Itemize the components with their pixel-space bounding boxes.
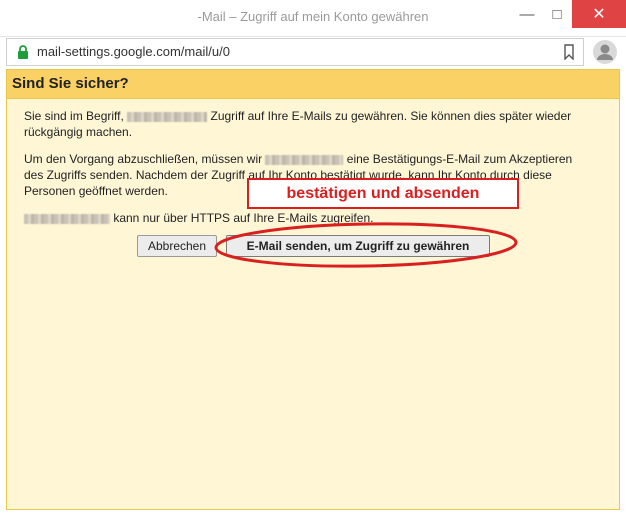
redacted-address xyxy=(24,213,110,224)
redacted-address xyxy=(127,111,208,122)
maximize-button[interactable]: □ xyxy=(542,0,572,28)
profile-icon[interactable] xyxy=(592,39,618,65)
send-email-button[interactable]: E-Mail senden, um Zugriff zu gewähren xyxy=(226,235,490,257)
url-text[interactable]: mail-settings.google.com/mail/u/0 xyxy=(37,44,230,59)
close-button[interactable]: ✕ xyxy=(572,0,626,28)
redacted-address xyxy=(265,154,344,165)
dialog-header: Sind Sie sicher? xyxy=(7,70,619,99)
confirm-dialog: Sind Sie sicher? Sie sind im Begriff, Zu… xyxy=(6,69,620,510)
address-bar[interactable]: mail-settings.google.com/mail/u/0 xyxy=(6,38,584,66)
minimize-button[interactable]: — xyxy=(512,0,542,28)
annotation-callout: bestätigen und absenden xyxy=(247,178,519,209)
window-titlebar: -Mail – Zugriff auf mein Konto gewähren … xyxy=(0,0,626,37)
lock-icon xyxy=(18,45,28,59)
cancel-button[interactable]: Abbrechen xyxy=(137,235,217,257)
bookmark-icon[interactable] xyxy=(563,44,575,60)
dialog-paragraph-3: kann nur über HTTPS auf Ihre E-Mails zug… xyxy=(24,210,594,226)
dialog-title: Sind Sie sicher? xyxy=(12,75,129,92)
dialog-paragraph-1: Sie sind im Begriff, Zugriff auf Ihre E-… xyxy=(24,109,572,139)
